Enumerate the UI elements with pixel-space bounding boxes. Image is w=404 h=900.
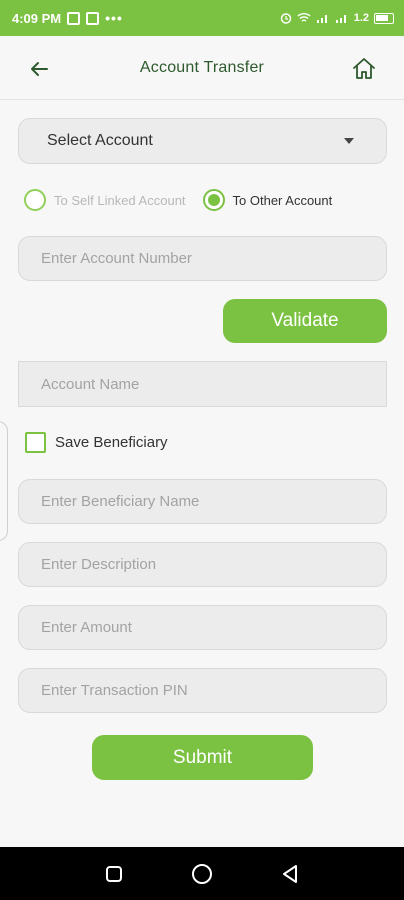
square-icon [106, 865, 122, 882]
circle-icon [192, 863, 212, 884]
recent-apps-button[interactable] [99, 859, 129, 889]
radio-self-label: To Self Linked Account [54, 192, 186, 208]
select-account-dropdown[interactable]: Select Account [18, 118, 387, 164]
transfer-type-radio-group: To Self Linked Account To Other Account [24, 188, 332, 212]
battery-icon [374, 12, 394, 24]
notification-icon [86, 11, 100, 25]
system-nav-bar [0, 847, 404, 900]
triangle-back-icon [283, 864, 297, 883]
home-button[interactable] [350, 54, 378, 82]
status-bar: 4:09 PM ••• 1.2 [0, 0, 404, 36]
transaction-pin-field[interactable] [18, 668, 387, 713]
radio-other-label: To Other Account [232, 192, 333, 208]
wifi-icon [297, 13, 311, 22]
status-time: 4:09 PM [12, 10, 62, 26]
amount-field[interactable] [18, 605, 387, 650]
beneficiary-name-input[interactable] [41, 493, 386, 510]
caret-down-icon [344, 138, 354, 144]
radio-other-account[interactable]: To Other Account [202, 189, 333, 211]
back-system-button[interactable] [275, 859, 305, 889]
signal-icon-2 [335, 15, 346, 23]
radio-self-linked-account[interactable]: To Self Linked Account [24, 189, 186, 211]
select-account-label: Select Account [47, 132, 153, 149]
beneficiary-name-field[interactable] [18, 479, 387, 524]
alarm-icon [280, 13, 291, 24]
signal-icon [316, 15, 327, 23]
account-number-field[interactable] [18, 236, 387, 281]
radio-unchecked-icon [24, 189, 46, 211]
more-notifications-icon: ••• [105, 10, 123, 26]
submit-button[interactable]: Submit [92, 735, 313, 780]
description-field[interactable] [18, 542, 387, 587]
network-speed: 1.2 [353, 12, 369, 24]
checkbox-unchecked-icon [25, 431, 46, 453]
validate-button[interactable]: Validate [223, 299, 387, 343]
page-title: Account Transfer [139, 58, 265, 76]
transaction-pin-input[interactable] [41, 682, 386, 699]
app-header: Account Transfer [0, 36, 404, 100]
radio-checked-icon [202, 189, 225, 211]
facebook-icon [67, 11, 81, 25]
description-input[interactable] [41, 556, 386, 573]
arrow-left-icon [31, 62, 48, 76]
amount-input[interactable] [41, 619, 386, 636]
home-system-button[interactable] [187, 859, 217, 889]
account-name-input[interactable] [41, 375, 386, 393]
account-name-field[interactable] [18, 361, 387, 407]
side-drawer-handle[interactable] [0, 421, 8, 541]
account-number-input[interactable] [41, 250, 386, 267]
back-button[interactable] [26, 56, 52, 82]
home-icon [353, 58, 375, 79]
save-beneficiary-checkbox[interactable]: Save Beneficiary [25, 431, 168, 453]
save-beneficiary-label: Save Beneficiary [55, 433, 168, 451]
